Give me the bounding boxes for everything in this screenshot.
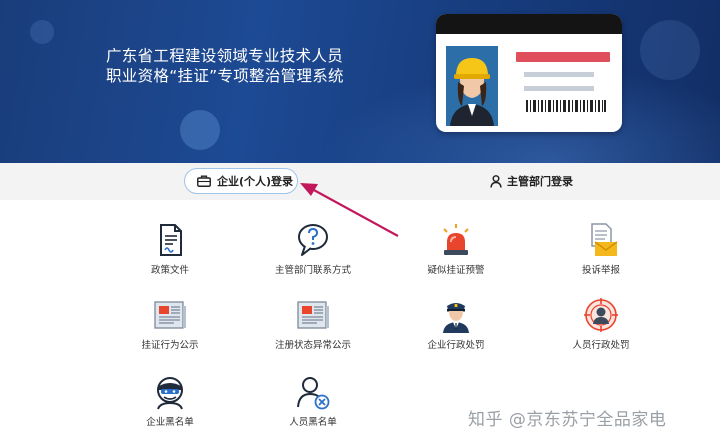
feature-label: 企业黑名单 <box>146 417 194 428</box>
id-card-info-bar <box>524 72 594 77</box>
feature-label: 疑似挂证预警 <box>427 265 485 276</box>
banner-bokeh <box>30 20 54 44</box>
worker-photo-icon <box>446 46 498 126</box>
feature-authority-contacts[interactable]: 主管部门联系方式 <box>253 222 373 276</box>
document-icon <box>160 224 182 256</box>
feature-label: 企业行政处罚 <box>427 340 485 351</box>
system-title-line-2: 职业资格“挂证”专项整治管理系统 <box>106 67 344 85</box>
feature-enterprise-blacklist[interactable]: 企业黑名单 <box>110 374 230 428</box>
id-card-info-bar <box>524 86 594 91</box>
feature-violation-disclosure[interactable]: 挂证行为公示 <box>110 297 230 351</box>
feature-enterprise-penalty[interactable]: 企业行政处罚 <box>396 297 516 351</box>
system-title: 广东省工程建设领域专业技术人员 职业资格“挂证”专项整治管理系统 <box>106 46 344 86</box>
feature-policy-documents[interactable]: 政策文件 <box>110 222 230 276</box>
id-card-strip <box>436 14 622 34</box>
briefcase-icon <box>197 175 211 187</box>
header-banner: 广东省工程建设领域专业技术人员 职业资格“挂证”专项整治管理系统 <box>0 0 720 163</box>
id-card-illustration <box>436 14 622 132</box>
banner-bokeh <box>180 110 220 150</box>
login-bar <box>0 163 720 200</box>
envelope-letter-icon <box>591 223 618 256</box>
feature-personnel-blacklist[interactable]: 人员黑名单 <box>253 374 373 428</box>
feature-label: 政策文件 <box>150 265 189 276</box>
newspaper-icon <box>297 301 329 329</box>
id-card-name-bar <box>516 52 610 62</box>
feature-suspected-warning[interactable]: 疑似挂证预警 <box>396 222 516 276</box>
police-officer-icon <box>443 303 469 333</box>
question-bubble-icon <box>298 224 328 256</box>
barcode-icon <box>526 100 606 112</box>
user-icon <box>490 174 502 188</box>
zhihu-watermark: 知乎 @京东苏宁全品家电 <box>468 410 667 430</box>
feature-label: 人员黑名单 <box>289 417 337 428</box>
system-title-line-1: 广东省工程建设领域专业技术人员 <box>106 47 344 65</box>
feature-registration-abnormal[interactable]: 注册状态异常公示 <box>253 297 373 351</box>
target-person-icon <box>584 298 618 332</box>
enterprise-login-button[interactable]: 企业(个人)登录 <box>184 168 298 194</box>
feature-complaint-report[interactable]: 投诉举报 <box>541 222 661 276</box>
person-x-icon <box>297 377 330 410</box>
authority-login-label: 主管部门登录 <box>507 175 573 188</box>
enterprise-login-label: 企业(个人)登录 <box>217 175 294 188</box>
feature-label: 主管部门联系方式 <box>274 265 351 276</box>
feature-label: 挂证行为公示 <box>141 340 199 351</box>
feature-personnel-penalty[interactable]: 人员行政处罚 <box>541 297 661 351</box>
masked-person-icon <box>157 377 183 410</box>
feature-label: 注册状态异常公示 <box>274 340 351 351</box>
newspaper-icon <box>154 301 186 329</box>
siren-icon <box>443 224 469 255</box>
authority-login-button[interactable]: 主管部门登录 <box>490 168 590 194</box>
banner-bokeh <box>640 20 700 80</box>
feature-label: 投诉举报 <box>581 265 620 276</box>
feature-label: 人员行政处罚 <box>572 340 630 351</box>
